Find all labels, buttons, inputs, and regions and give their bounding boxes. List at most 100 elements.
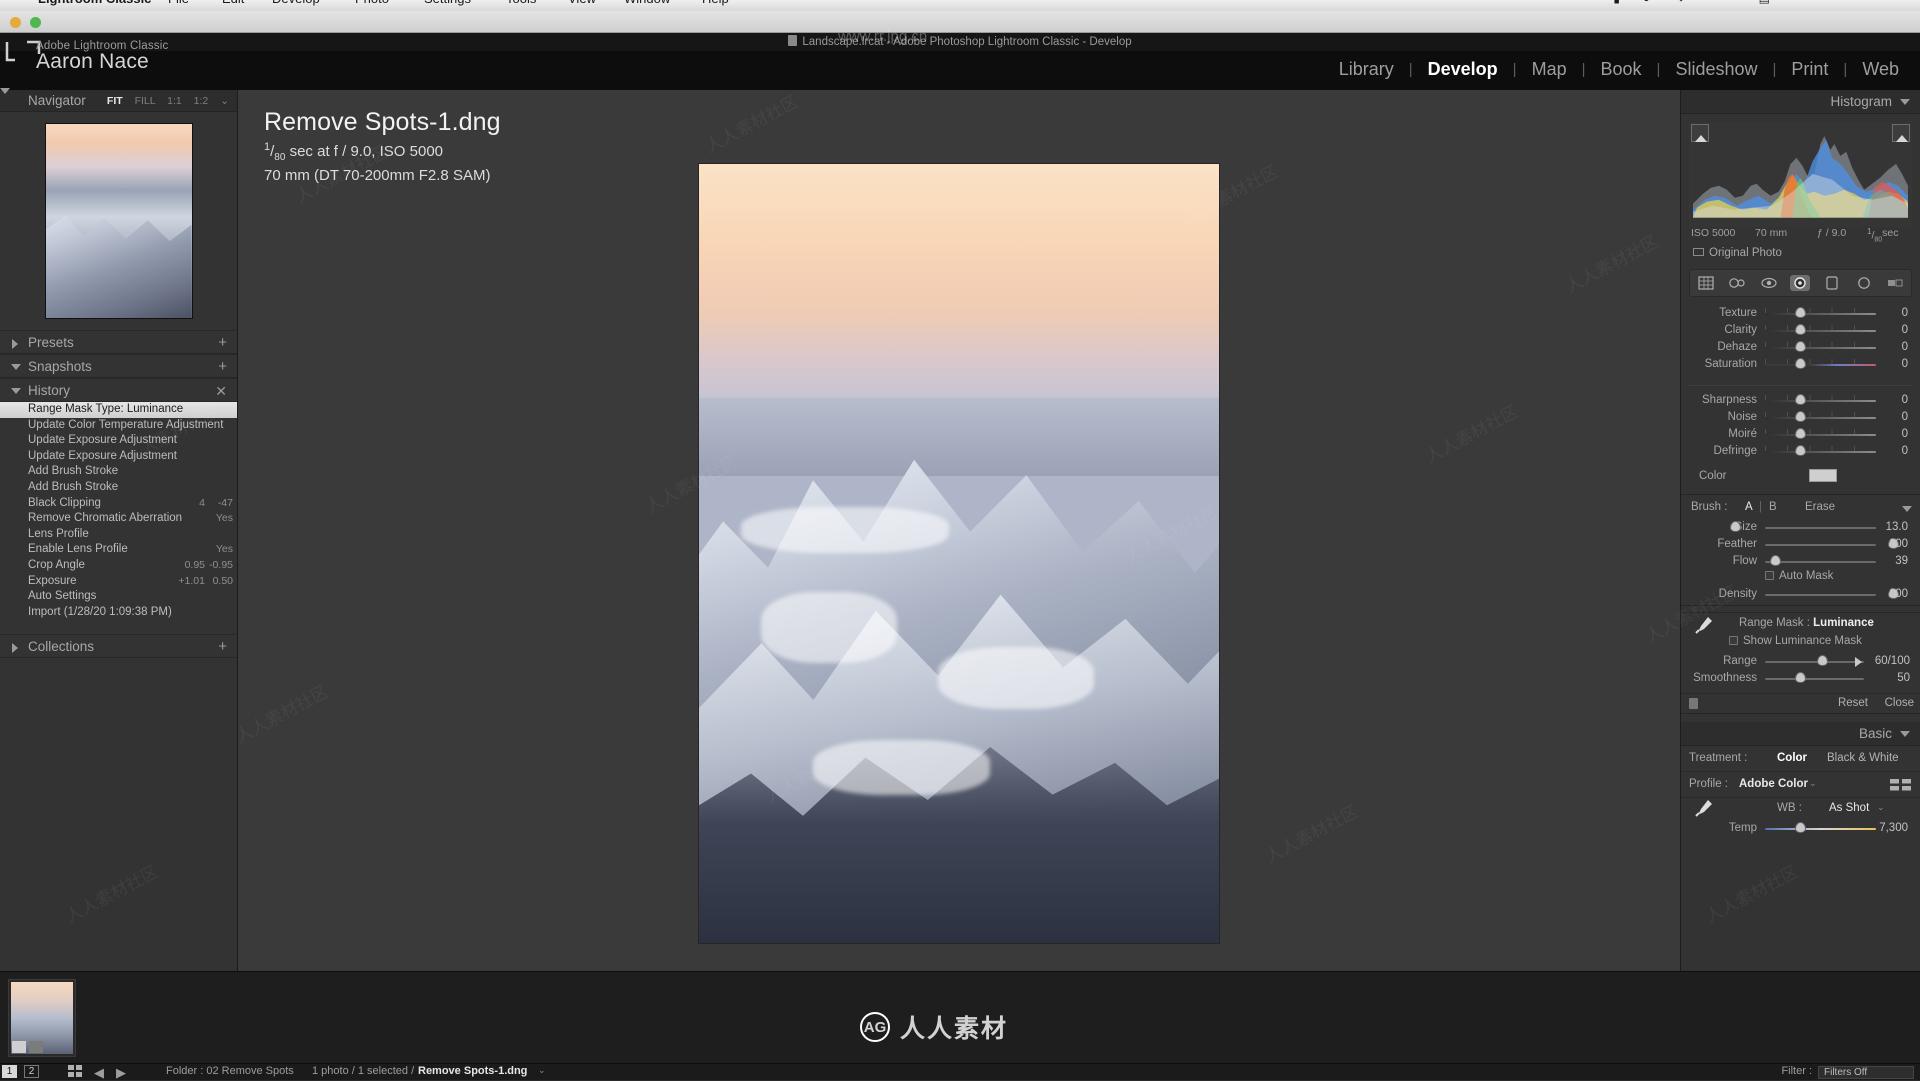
history-item[interactable]: Auto Settings (0, 589, 237, 605)
module-develop[interactable]: Develop (1413, 59, 1513, 80)
panel-presets[interactable]: Presets + (0, 330, 237, 354)
history-item[interactable]: Add Brush Stroke (0, 480, 237, 496)
window-minimize-button[interactable] (10, 17, 21, 28)
slider-dehaze[interactable]: Dehaze 0 (1689, 339, 1912, 356)
menu-help[interactable]: Help (702, 0, 729, 6)
slider-temp-knob[interactable] (1795, 822, 1808, 835)
history-item[interactable]: Update Exposure Adjustment (0, 449, 237, 465)
chevron-down-icon[interactable] (11, 388, 21, 394)
screen-2-button[interactable]: 2 (24, 1065, 39, 1078)
panel-history[interactable]: History ✕ (0, 378, 237, 402)
slider-track[interactable] (1765, 400, 1876, 402)
battery-icon[interactable]: ▮ (1613, 0, 1620, 5)
chevron-down-icon[interactable]: ⌄ (1877, 802, 1885, 813)
filmstrip-thumbnail[interactable] (8, 979, 76, 1057)
slider-clarity-knob[interactable] (1795, 324, 1808, 337)
brush-a-button[interactable]: A (1745, 501, 1753, 513)
add-preset-icon[interactable]: + (218, 335, 227, 351)
zoom-1-1[interactable]: 1:1 (167, 95, 182, 107)
module-book[interactable]: Book (1586, 59, 1657, 80)
profile-row[interactable]: Profile : Adobe Color ⌄ (1681, 772, 1920, 798)
selected-filename[interactable]: Remove Spots-1.dng (418, 1065, 527, 1077)
mask-toggle-icon[interactable] (1885, 275, 1905, 291)
zoom-1-2[interactable]: 1:2 (194, 95, 209, 107)
menu-settings[interactable]: Settings (424, 0, 471, 6)
folder-label[interactable]: Folder : 02 Remove Spots (166, 1065, 294, 1077)
slider-track[interactable] (1765, 828, 1876, 830)
filmstrip[interactable]: AG 人人素材 (0, 971, 1920, 1063)
module-print[interactable]: Print (1776, 59, 1843, 80)
profile-browser-icon[interactable] (1890, 779, 1912, 791)
auto-mask-inner[interactable]: Auto Mask (1765, 570, 1833, 582)
range-mask-close-button[interactable]: Close (1885, 697, 1914, 709)
menu-file[interactable]: File (168, 0, 189, 6)
slider-track[interactable] (1765, 544, 1876, 546)
menu-edit[interactable]: Edit (222, 0, 244, 6)
thumbnail-badge-crop[interactable] (12, 1041, 26, 1053)
slider-track[interactable] (1765, 330, 1876, 332)
chevron-down-icon[interactable] (1900, 99, 1910, 105)
history-item[interactable]: Import (1/28/20 1:09:38 PM) (0, 605, 237, 621)
os-menu-bar[interactable]: Lightroom Classic File Edit Develop Phot… (0, 0, 1920, 11)
menu-photo[interactable]: Photo (355, 0, 389, 6)
slider-brush-size[interactable]: Size 13.0 (1689, 519, 1912, 536)
history-list[interactable]: Range Mask Type: Luminance Update Color … (0, 402, 237, 620)
history-item[interactable]: Lens Profile (0, 527, 237, 543)
treatment-color-option[interactable]: Color (1777, 752, 1807, 764)
show-luminance-inner[interactable]: Show Luminance Mask (1729, 635, 1862, 647)
slider-saturation[interactable]: Saturation 0 (1689, 356, 1912, 373)
history-item[interactable]: Crop Angle 0.95 -0.95 (0, 558, 237, 574)
radial-filter-icon[interactable] (1822, 275, 1842, 291)
brush-erase-button[interactable]: Erase (1805, 501, 1835, 513)
chevron-down-icon[interactable]: ⌄ (220, 95, 229, 107)
navigator-header[interactable]: Navigator FIT FILL 1:1 1:2 ⌄ (0, 90, 237, 112)
forward-arrow-icon[interactable]: ▶ (116, 1065, 126, 1081)
crop-overlay-icon[interactable] (1696, 275, 1716, 291)
basic-panel-header[interactable]: Basic (1681, 722, 1920, 746)
photo-preview[interactable] (699, 164, 1219, 943)
histogram-panel[interactable] (1689, 122, 1912, 227)
slider-brush-flow-knob[interactable] (1770, 555, 1783, 568)
chevron-down-icon[interactable] (1900, 731, 1910, 737)
brush-b-button[interactable]: B (1769, 501, 1777, 513)
add-snapshot-icon[interactable]: + (218, 359, 227, 375)
spot-removal-icon[interactable] (1727, 275, 1747, 291)
module-picker[interactable]: Library | Develop | Map | Book | Slidesh… (1324, 50, 1914, 88)
auto-mask-checkbox[interactable] (1765, 571, 1774, 580)
history-item[interactable]: Remove Chromatic Aberration Yes (0, 511, 237, 527)
histogram-header[interactable]: Histogram (1681, 90, 1920, 114)
menu-tools[interactable]: Tools (506, 0, 536, 6)
module-slideshow[interactable]: Slideshow (1660, 59, 1772, 80)
screen-1-button[interactable]: 1 (2, 1065, 17, 1078)
grid-view-icon[interactable] (68, 1065, 82, 1080)
slider-track[interactable] (1765, 364, 1876, 366)
slider-track[interactable] (1765, 451, 1876, 453)
menu-window[interactable]: Window (624, 0, 670, 6)
slider-track[interactable] (1765, 594, 1876, 596)
slider-noise[interactable]: Noise 0 (1689, 409, 1912, 426)
slider-brush-density[interactable]: Density 100 (1689, 586, 1912, 603)
slider-sharpness[interactable]: Sharpness 0 (1689, 392, 1912, 409)
history-item[interactable]: Update Exposure Adjustment (0, 433, 237, 449)
white-balance-eyedropper-icon[interactable] (1693, 798, 1715, 818)
brush-header[interactable]: Brush : A | B Erase (1681, 499, 1920, 519)
history-item[interactable]: Enable Lens Profile Yes (0, 542, 237, 558)
zoom-fit[interactable]: FIT (107, 95, 123, 107)
slider-sharpness-knob[interactable] (1795, 394, 1808, 407)
photo-stage[interactable] (238, 90, 1680, 1017)
wb-value[interactable]: As Shot (1829, 802, 1869, 814)
adjustment-brush-icon[interactable] (1854, 275, 1874, 291)
navigator-preview[interactable] (0, 112, 237, 330)
slider-texture[interactable]: Texture 0 (1689, 305, 1912, 322)
auto-mask-control[interactable]: Auto Mask (1689, 570, 1912, 586)
slider-track[interactable] (1765, 661, 1864, 663)
thumbnail-badge-develop[interactable] (29, 1041, 43, 1053)
slider-track[interactable] (1765, 347, 1876, 349)
slider-noise-knob[interactable] (1795, 411, 1808, 424)
slider-track[interactable] (1765, 417, 1876, 419)
slider-smoothness[interactable]: Smoothness 50 (1689, 670, 1912, 687)
history-item[interactable]: Update Color Temperature Adjustment (0, 418, 237, 434)
slider-moire-knob[interactable] (1795, 428, 1808, 441)
volume-icon[interactable]: ◑ (1677, 0, 1684, 5)
module-map[interactable]: Map (1517, 59, 1582, 80)
